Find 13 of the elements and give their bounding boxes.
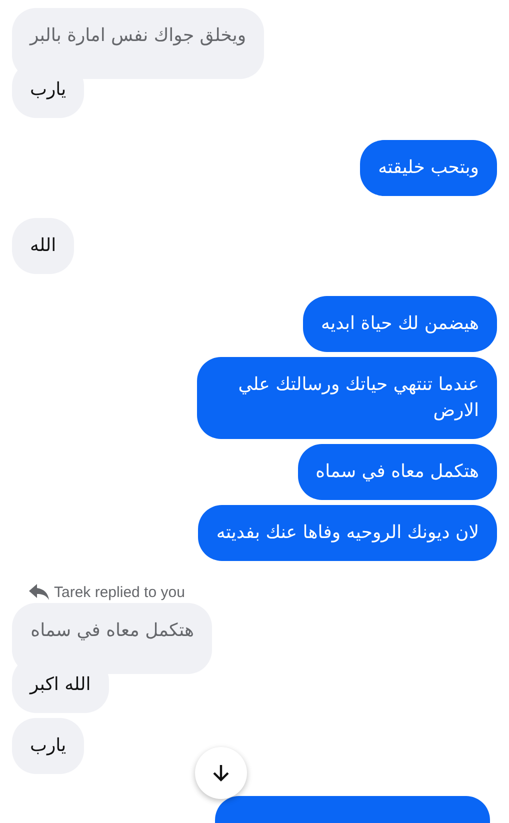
message-bubble: الله (12, 218, 74, 274)
reply-icon (28, 583, 50, 601)
message-bubble: لان ديونك الروحيه وفاها عنك بفديته (198, 505, 497, 561)
message-bubble: هتكمل معاه في سماه (298, 444, 497, 500)
message-bubble: هيضمن لك حياة ابديه (302, 296, 497, 352)
message-bubble: يارب (12, 718, 84, 774)
reply-note: Tarek replied to you (54, 584, 185, 600)
quoted-message: ويخلق جواك نفس امارة بالبر (12, 8, 264, 79)
quoted-message: هتكمل معاه في سماه (12, 603, 212, 674)
message-bubble: عندما تنتهي حياتك ورسالتك علي الارض (197, 357, 497, 439)
message-bubble: وبتحب خليقته (360, 140, 497, 196)
scroll-down-button[interactable] (195, 747, 247, 799)
down-arrow-icon (211, 763, 231, 783)
